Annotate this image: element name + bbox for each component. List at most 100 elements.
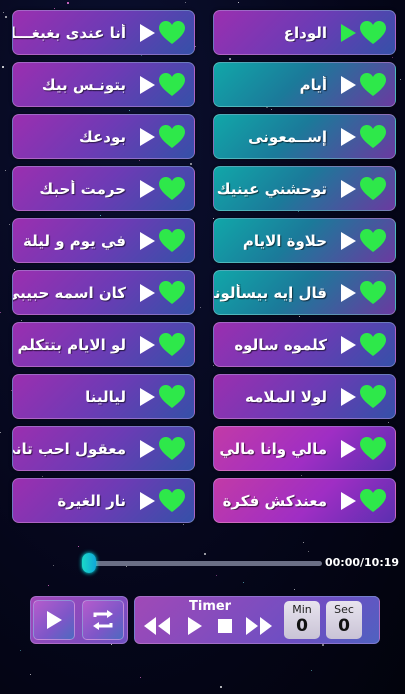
song-item[interactable]: مالي وانا مالي bbox=[213, 426, 396, 471]
star bbox=[322, 644, 324, 646]
favorite-heart-icon[interactable] bbox=[359, 280, 387, 306]
play-song-icon[interactable] bbox=[339, 439, 357, 459]
star bbox=[5, 16, 7, 18]
timer-panel: Timer Min 0 Sec 0 bbox=[134, 596, 380, 644]
song-item[interactable]: أنا عندى بغبغـــان bbox=[12, 10, 195, 55]
song-item[interactable]: كان اسمه حبيبي bbox=[12, 270, 195, 315]
favorite-heart-icon[interactable] bbox=[359, 384, 387, 410]
star bbox=[0, 312, 1, 313]
star bbox=[183, 524, 184, 525]
star bbox=[303, 542, 304, 543]
favorite-heart-icon[interactable] bbox=[158, 72, 186, 98]
play-song-icon[interactable] bbox=[138, 439, 156, 459]
song-list: أنا عندى بغبغـــان الوداع بتونـس بيك أيام بو… bbox=[12, 10, 396, 523]
favorite-heart-icon[interactable] bbox=[158, 176, 186, 202]
star bbox=[140, 677, 141, 678]
play-song-icon[interactable] bbox=[339, 23, 357, 43]
song-title: مالي وانا مالي bbox=[219, 439, 327, 458]
play-song-icon[interactable] bbox=[339, 75, 357, 95]
song-item[interactable]: معندكش فكرة bbox=[213, 478, 396, 523]
favorite-heart-icon[interactable] bbox=[359, 332, 387, 358]
song-title: كان اسمه حبيبي bbox=[13, 283, 126, 302]
repeat-button[interactable] bbox=[82, 600, 124, 640]
song-item[interactable]: الوداع bbox=[213, 10, 396, 55]
song-title: في يوم و ليلة bbox=[23, 231, 126, 250]
favorite-heart-icon[interactable] bbox=[359, 176, 387, 202]
play-song-icon[interactable] bbox=[339, 335, 357, 355]
song-title: معقول احب تاني bbox=[13, 439, 126, 458]
star bbox=[2, 66, 4, 68]
song-item[interactable]: توحشني عينيك bbox=[213, 166, 396, 211]
fast-forward-icon[interactable] bbox=[245, 615, 273, 637]
star bbox=[243, 582, 244, 583]
favorite-heart-icon[interactable] bbox=[158, 332, 186, 358]
star bbox=[294, 589, 295, 590]
favorite-heart-icon[interactable] bbox=[158, 280, 186, 306]
song-item[interactable]: بودعك bbox=[12, 114, 195, 159]
song-item[interactable]: في يوم و ليلة bbox=[12, 218, 195, 263]
favorite-heart-icon[interactable] bbox=[359, 228, 387, 254]
star bbox=[111, 644, 112, 645]
song-title: حلاوة الايام bbox=[242, 231, 327, 250]
play-song-icon[interactable] bbox=[339, 231, 357, 251]
song-item[interactable]: قال إيه بيسألوني bbox=[213, 270, 396, 315]
star bbox=[48, 585, 49, 586]
favorite-heart-icon[interactable] bbox=[158, 436, 186, 462]
seek-track bbox=[90, 561, 322, 566]
song-title: أيام bbox=[299, 75, 327, 94]
timer-minutes[interactable]: Min 0 bbox=[284, 601, 320, 639]
play-song-icon[interactable] bbox=[339, 127, 357, 147]
star bbox=[54, 8, 55, 9]
song-item[interactable]: لو الايام بتتكلم bbox=[12, 322, 195, 367]
play-song-icon[interactable] bbox=[339, 179, 357, 199]
song-item[interactable]: ليالينا bbox=[12, 374, 195, 419]
favorite-heart-icon[interactable] bbox=[158, 20, 186, 46]
play-song-icon[interactable] bbox=[138, 23, 156, 43]
star bbox=[78, 546, 79, 547]
timer-seconds[interactable]: Sec 0 bbox=[326, 601, 362, 639]
favorite-heart-icon[interactable] bbox=[158, 124, 186, 150]
song-item[interactable]: كلموه سالوه bbox=[213, 322, 396, 367]
seek-bar[interactable] bbox=[82, 553, 322, 573]
song-title: كلموه سالوه bbox=[234, 335, 327, 354]
play-song-icon[interactable] bbox=[138, 491, 156, 511]
favorite-heart-icon[interactable] bbox=[359, 124, 387, 150]
play-song-icon[interactable] bbox=[138, 283, 156, 303]
timer-play-icon[interactable] bbox=[186, 615, 204, 637]
play-song-icon[interactable] bbox=[138, 127, 156, 147]
rewind-icon[interactable] bbox=[143, 615, 171, 637]
song-item[interactable]: حلاوة الايام bbox=[213, 218, 396, 263]
song-item[interactable]: نار الغيرة bbox=[12, 478, 195, 523]
favorite-heart-icon[interactable] bbox=[158, 488, 186, 514]
favorite-heart-icon[interactable] bbox=[158, 384, 186, 410]
star bbox=[185, 2, 186, 3]
play-icon bbox=[47, 611, 62, 629]
favorite-heart-icon[interactable] bbox=[359, 488, 387, 514]
play-song-icon[interactable] bbox=[339, 491, 357, 511]
song-item[interactable]: بتونـس بيك bbox=[12, 62, 195, 107]
seek-handle[interactable] bbox=[82, 553, 96, 573]
seconds-value: 0 bbox=[338, 616, 350, 636]
stop-icon[interactable] bbox=[217, 618, 233, 634]
play-song-icon[interactable] bbox=[138, 179, 156, 199]
song-item[interactable]: لولا الملامه bbox=[213, 374, 396, 419]
play-song-icon[interactable] bbox=[138, 387, 156, 407]
favorite-heart-icon[interactable] bbox=[359, 436, 387, 462]
play-song-icon[interactable] bbox=[339, 283, 357, 303]
play-song-icon[interactable] bbox=[138, 231, 156, 251]
favorite-heart-icon[interactable] bbox=[158, 228, 186, 254]
play-song-icon[interactable] bbox=[138, 335, 156, 355]
song-item[interactable]: معقول احب تاني bbox=[12, 426, 195, 471]
song-item[interactable]: إســمعونى bbox=[213, 114, 396, 159]
favorite-heart-icon[interactable] bbox=[359, 20, 387, 46]
play-button[interactable] bbox=[33, 600, 75, 640]
play-song-icon[interactable] bbox=[339, 387, 357, 407]
song-item[interactable]: حرمت أحبك bbox=[12, 166, 195, 211]
favorite-heart-icon[interactable] bbox=[359, 72, 387, 98]
star bbox=[400, 79, 401, 80]
play-song-icon[interactable] bbox=[138, 75, 156, 95]
star bbox=[311, 670, 312, 671]
star bbox=[20, 650, 21, 651]
song-item[interactable]: أيام bbox=[213, 62, 396, 107]
seconds-label: Sec bbox=[334, 603, 354, 616]
